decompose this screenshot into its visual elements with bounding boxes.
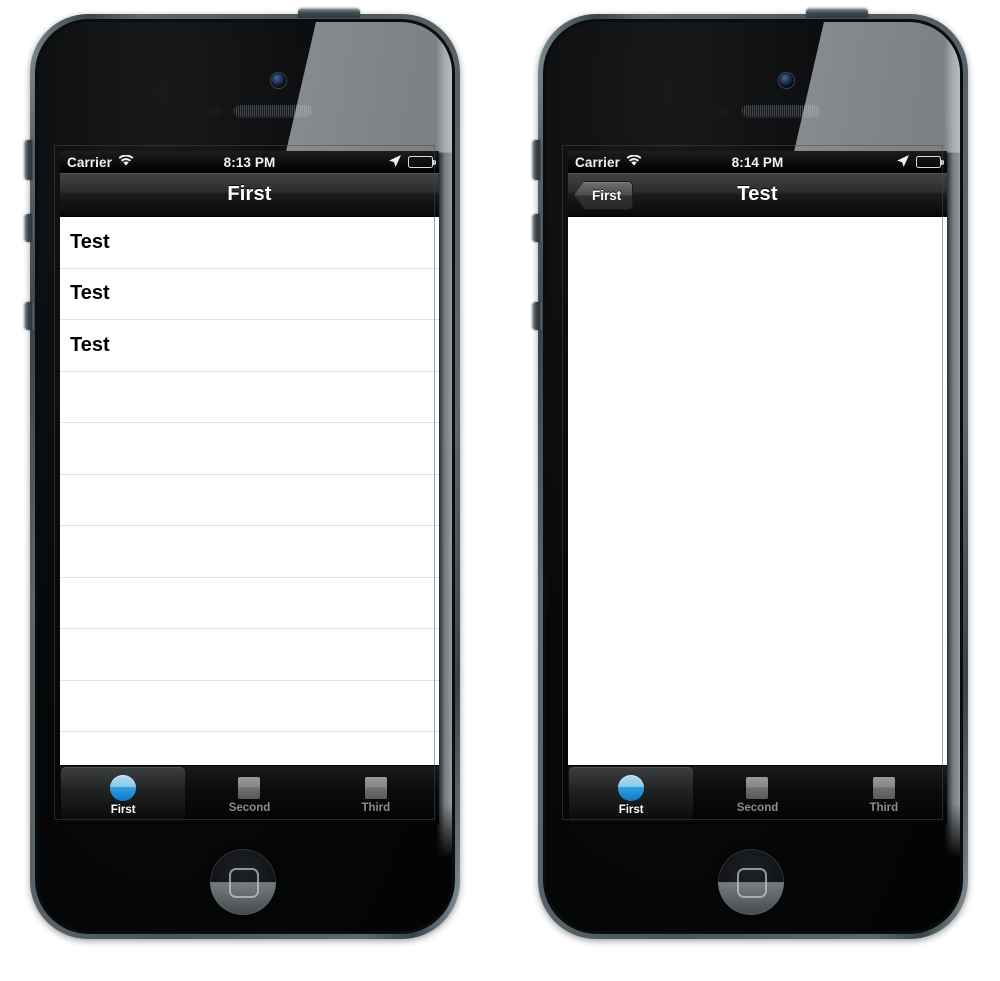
silent-switch-button[interactable] bbox=[25, 140, 34, 180]
device-body: Carrier 8:13 PM First Test Test Test Fir… bbox=[35, 19, 455, 934]
table-row[interactable]: Test bbox=[60, 320, 439, 372]
earpiece-speaker-icon bbox=[742, 104, 820, 116]
gray-square-icon bbox=[746, 776, 769, 799]
volume-down-button[interactable] bbox=[25, 302, 34, 330]
tab-bar: First Second Third bbox=[60, 765, 439, 824]
status-bar-time: 8:14 PM bbox=[731, 154, 784, 170]
device-screen: Carrier 8:14 PM First Test First Second … bbox=[568, 151, 947, 824]
blue-circle-icon bbox=[618, 774, 645, 801]
table-row-empty bbox=[60, 371, 439, 423]
table-row-empty bbox=[60, 423, 439, 475]
table-row-label: Test bbox=[70, 282, 110, 305]
home-button-square-icon bbox=[737, 868, 767, 898]
page-title: Test bbox=[737, 183, 778, 205]
tab-item-label: Third bbox=[361, 801, 391, 814]
volume-up-button[interactable] bbox=[533, 214, 542, 242]
device-screen: Carrier 8:13 PM First Test Test Test Fir… bbox=[60, 151, 439, 824]
tab-item-third[interactable]: Third bbox=[822, 767, 946, 823]
tab-item-first[interactable]: First bbox=[569, 767, 694, 823]
tab-item-label: First bbox=[110, 803, 136, 816]
front-camera-icon bbox=[271, 73, 286, 88]
table-row-empty bbox=[60, 577, 439, 629]
phone-right: Carrier 8:14 PM First Test First Second … bbox=[533, 9, 968, 939]
power-button[interactable] bbox=[806, 9, 868, 18]
navigation-bar: First Test bbox=[568, 173, 947, 217]
navigation-bar: First bbox=[60, 173, 439, 217]
tab-item-label: Second bbox=[736, 801, 779, 814]
table-row-empty bbox=[60, 474, 439, 526]
table-row-label: Test bbox=[70, 333, 110, 356]
page-title: First bbox=[227, 183, 272, 205]
device-body: Carrier 8:14 PM First Test First Second … bbox=[543, 19, 963, 934]
table-row[interactable]: Test bbox=[60, 217, 439, 269]
home-button[interactable] bbox=[718, 849, 784, 915]
tab-item-first[interactable]: First bbox=[61, 767, 186, 823]
blank-content-area bbox=[568, 217, 947, 766]
phone-left: Carrier 8:13 PM First Test Test Test Fir… bbox=[25, 9, 460, 939]
status-bar-right bbox=[896, 154, 944, 171]
location-arrow-icon bbox=[896, 154, 910, 171]
battery-icon bbox=[408, 156, 436, 168]
table-row-empty bbox=[60, 526, 439, 578]
battery-icon bbox=[916, 156, 944, 168]
tab-item-label: Third bbox=[869, 801, 899, 814]
status-bar-right bbox=[388, 154, 436, 171]
proximity-sensor-icon bbox=[719, 107, 728, 116]
gray-square-icon bbox=[364, 776, 387, 799]
gray-square-icon bbox=[238, 776, 261, 799]
front-camera-icon bbox=[779, 73, 794, 88]
home-button-square-icon bbox=[229, 868, 259, 898]
proximity-sensor-icon bbox=[211, 107, 220, 116]
tab-item-label: Second bbox=[228, 801, 271, 814]
back-button[interactable]: First bbox=[574, 180, 634, 210]
gray-square-icon bbox=[872, 776, 895, 799]
content-area: Test Test Test bbox=[60, 217, 439, 766]
status-bar-time: 8:13 PM bbox=[223, 154, 276, 170]
tab-item-label: First bbox=[618, 803, 644, 816]
tab-item-second[interactable]: Second bbox=[695, 767, 819, 823]
tab-bar: First Second Third bbox=[568, 765, 947, 824]
status-bar: Carrier 8:13 PM bbox=[60, 151, 439, 173]
power-button[interactable] bbox=[298, 9, 360, 18]
silent-switch-button[interactable] bbox=[533, 140, 542, 180]
tab-item-second[interactable]: Second bbox=[187, 767, 311, 823]
blue-circle-icon bbox=[110, 774, 137, 801]
table-row-empty bbox=[60, 629, 439, 681]
table-row-empty bbox=[60, 680, 439, 732]
earpiece-speaker-icon bbox=[234, 104, 312, 116]
tab-item-third[interactable]: Third bbox=[314, 767, 438, 823]
volume-up-button[interactable] bbox=[25, 214, 34, 242]
location-arrow-icon bbox=[388, 154, 402, 171]
volume-down-button[interactable] bbox=[533, 302, 542, 330]
table-row-label: Test bbox=[70, 230, 110, 253]
back-button-label: First bbox=[592, 187, 622, 203]
table-row[interactable]: Test bbox=[60, 268, 439, 320]
table-row-empty bbox=[60, 732, 439, 766]
home-button[interactable] bbox=[210, 849, 276, 915]
status-bar: Carrier 8:14 PM bbox=[568, 151, 947, 173]
